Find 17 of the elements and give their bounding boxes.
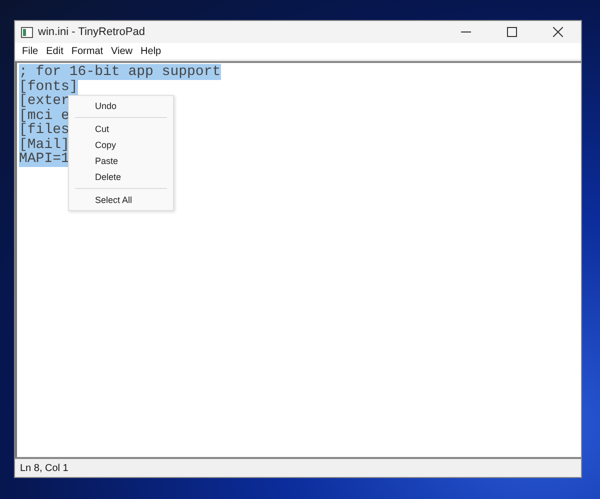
window-title: win.ini - TinyRetroPad xyxy=(38,26,145,38)
text-editor[interactable]: ; for 16-bit app support [fonts] [exter [mci e [files [Mail] MAPI=1 Undo Cut Copy Paste Delete Select All xyxy=(15,61,581,457)
menu-item[interactable]: View xyxy=(107,46,137,56)
status-text: Ln 8, Col 1 xyxy=(20,462,68,474)
notepad-icon xyxy=(21,26,33,38)
close-icon[interactable] xyxy=(553,27,563,37)
menu-item[interactable]: File xyxy=(18,46,42,56)
maximize-icon[interactable] xyxy=(507,27,517,37)
context-menu-item[interactable]: Delete xyxy=(69,169,173,185)
context-menu-item[interactable]: Undo xyxy=(69,98,173,114)
context-menu-item[interactable]: Copy xyxy=(69,137,173,153)
menu-item[interactable]: Help xyxy=(136,46,166,56)
context-menu-item[interactable]: Select All xyxy=(69,192,173,208)
menu-item[interactable]: Edit xyxy=(42,46,68,56)
context-menu-item[interactable]: Paste xyxy=(69,153,173,169)
context-menu-item[interactable]: Cut xyxy=(69,121,173,137)
menu-item[interactable]: Format xyxy=(67,46,108,56)
